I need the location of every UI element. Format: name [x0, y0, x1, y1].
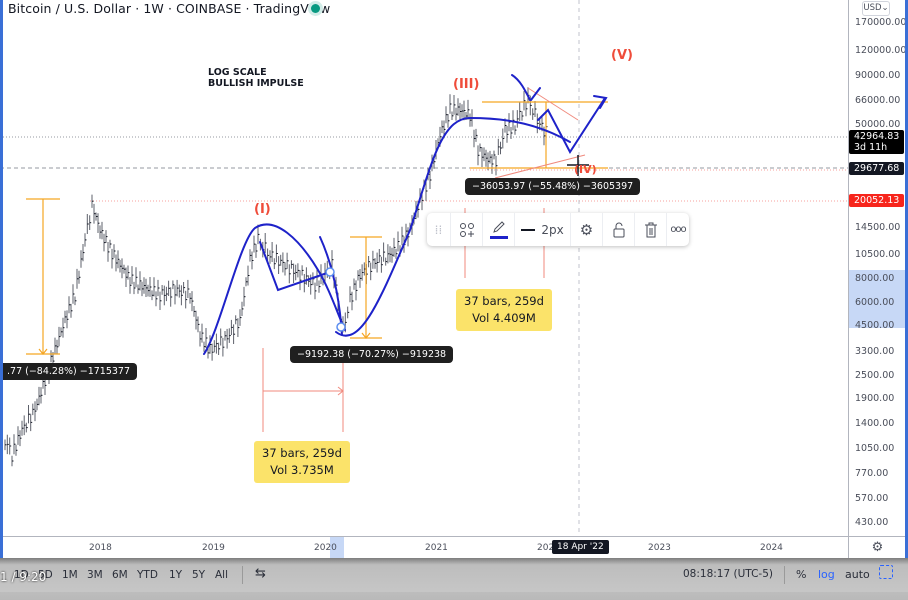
wave-label-5[interactable]: (V) [611, 48, 633, 63]
range-ytd[interactable]: YTD [137, 569, 158, 581]
chevron-down-icon: ⌄ [881, 3, 889, 13]
drawing-toolbar: ⁞⁞ 2px ⚙ ooo [427, 213, 689, 246]
color-swatch [489, 236, 508, 239]
crosshair-date-tag: 18 Apr '22 [552, 540, 609, 554]
price-label: 1400.00 [855, 418, 895, 429]
percent-toggle[interactable]: % [796, 568, 806, 581]
fullscreen-icon[interactable] [879, 565, 893, 579]
price-label: 770.00 [855, 468, 889, 479]
range-1y[interactable]: 1Y [169, 569, 182, 581]
line-width-label: 2px [541, 222, 564, 237]
price-label: 66000.00 [855, 95, 901, 106]
separator [784, 566, 785, 584]
price-label: 8000.00 [855, 273, 895, 284]
stats-bars-days: 37 bars, 259d [464, 294, 544, 308]
stats-volume: Vol 3.735M [270, 463, 334, 477]
line-width-button[interactable]: 2px [515, 213, 571, 246]
time-label: 2018 [89, 543, 112, 553]
price-label: 6000.00 [855, 297, 895, 308]
time-label: 2023 [648, 543, 671, 553]
unlock-icon[interactable] [603, 213, 635, 246]
chart-canvas[interactable] [0, 0, 848, 536]
price-label: 10500.00 [855, 249, 901, 260]
wave-label-3[interactable]: (III) [453, 77, 479, 92]
pencil-color-icon[interactable] [483, 213, 515, 246]
time-label: 2020 [314, 543, 337, 553]
current-price-value: 42964.83 [854, 131, 900, 142]
time-label: 2024 [760, 543, 783, 553]
wave-2-dip [319, 236, 343, 336]
bottom-toolbar: 1D 5D 1M 3M 6M YTD 1Y 5Y All ⇆ 1 / 9:20 … [0, 558, 908, 600]
current-price-tag: 42964.83 3d 11h [849, 130, 905, 154]
crosshair-price-tag: 29677.68 [849, 162, 905, 175]
currency-label: USD [863, 3, 882, 13]
time-axis[interactable]: 2018 2019 2020 2021 202 2023 2024 [3, 536, 848, 559]
trash-icon[interactable] [635, 213, 667, 246]
video-timestamp: 1 / 9:20 [0, 570, 47, 584]
window-border-left [0, 0, 3, 558]
price-label: 570.00 [855, 493, 889, 504]
price-label: 170000.00 [855, 17, 907, 28]
horizontal-line-price-tag: 20052.13 [849, 194, 905, 207]
price-label: 14500.00 [855, 222, 901, 233]
fib-measure-left [26, 198, 60, 355]
price-label: 3300.00 [855, 346, 895, 357]
time-label: 2019 [202, 543, 225, 553]
measure-tooltip-right: −36053.97 (−55.48%) −3605397 [465, 178, 641, 195]
anchor-handle [325, 267, 335, 277]
more-icon[interactable]: ooo [667, 213, 689, 246]
wave-label-1[interactable]: (I) [254, 202, 271, 217]
currency-selector[interactable]: USD⌄ [862, 1, 890, 16]
bar-countdown: 3d 11h [854, 142, 888, 153]
time-label: 2021 [425, 543, 448, 553]
price-label: 430.00 [855, 517, 889, 528]
clock[interactable]: 08:18:17 (UTC-5) [683, 568, 773, 580]
range-6m[interactable]: 6M [112, 569, 128, 581]
price-label: 1050.00 [855, 443, 895, 454]
date-range-stats-right: 37 bars, 259d Vol 4.409M [456, 289, 552, 331]
price-bars [4, 87, 548, 467]
fib-measure-middle [350, 236, 382, 339]
template-add-icon[interactable] [451, 213, 483, 246]
price-label: 1900.00 [855, 393, 895, 404]
price-label: 50000.00 [855, 119, 901, 130]
chart-note: LOG SCALE BULLISH IMPULSE [208, 67, 304, 89]
range-5y[interactable]: 5Y [192, 569, 205, 581]
separator [242, 566, 243, 584]
range-1m[interactable]: 1M [62, 569, 78, 581]
price-label: 90000.00 [855, 70, 901, 81]
measure-tooltip-left: .77 (−84.28%) −1715377 [0, 363, 138, 380]
line-width-icon [521, 228, 536, 231]
range-all[interactable]: All [215, 569, 228, 581]
price-label: 2500.00 [855, 370, 895, 381]
note-line-2: BULLISH IMPULSE [208, 78, 304, 89]
range-3m[interactable]: 3M [87, 569, 103, 581]
tradingview-chart-window: Bitcoin / U.S. Dollar · 1W · COINBASE · … [0, 0, 908, 600]
log-toggle[interactable]: log [818, 568, 835, 581]
drag-handle-icon[interactable]: ⁞⁞ [427, 213, 451, 246]
fib-measure-right [470, 101, 608, 169]
measure-tooltip-middle: −9192.38 (−70.27%) −919238 [290, 346, 454, 363]
note-line-1: LOG SCALE [208, 67, 267, 78]
stats-bars-days: 37 bars, 259d [262, 446, 342, 460]
stats-volume: Vol 4.409M [472, 311, 536, 325]
price-label: 120000.00 [855, 45, 907, 56]
go-to-date-icon[interactable]: ⇆ [255, 566, 266, 581]
price-label: 4500.00 [855, 320, 895, 331]
auto-toggle[interactable]: auto [845, 568, 870, 581]
date-range-stats-left: 37 bars, 259d Vol 3.735M [254, 441, 350, 483]
anchor-handle [336, 322, 346, 332]
wave-label-4[interactable]: (IV) [574, 163, 597, 176]
gear-icon[interactable]: ⚙ [571, 213, 603, 246]
price-axis[interactable]: 170000.00 120000.00 90000.00 66000.00 50… [848, 0, 906, 536]
chart-settings-gear-icon[interactable]: ⚙ [848, 536, 906, 559]
